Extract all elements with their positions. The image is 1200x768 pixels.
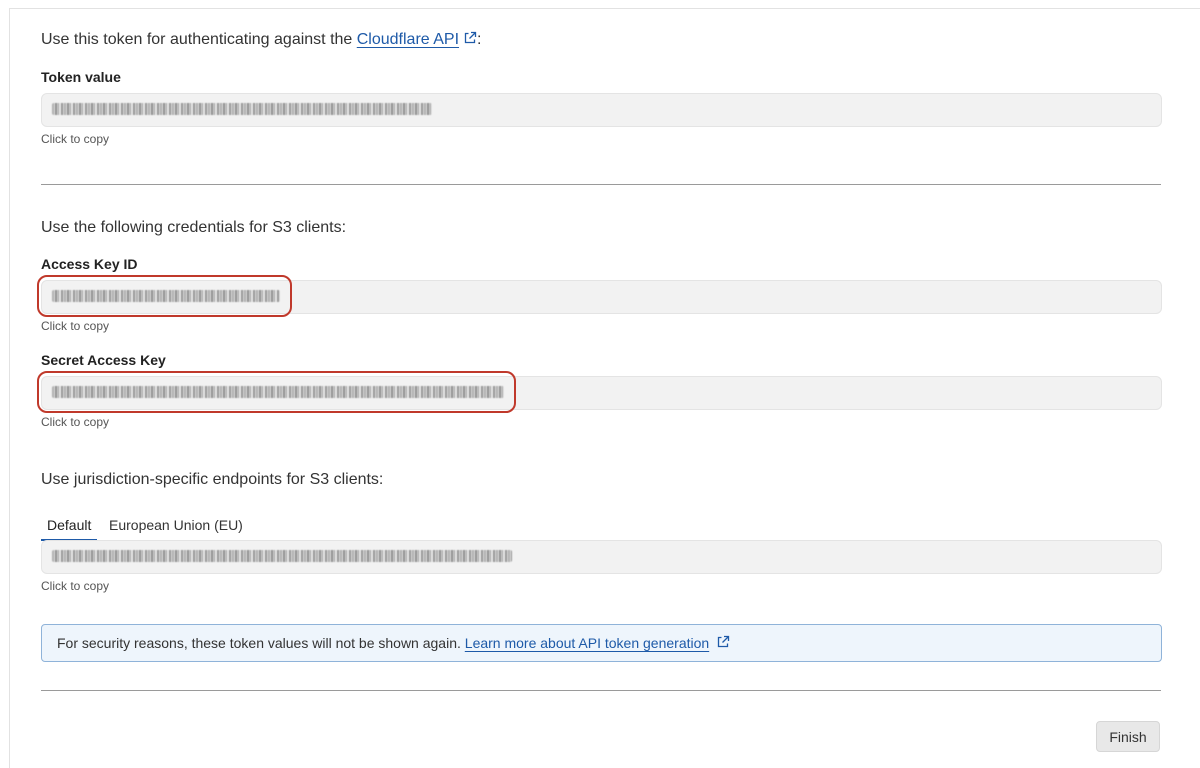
access-key-copy-hint: Click to copy [41,319,110,333]
access-key-id-field[interactable] [41,280,1162,314]
access-key-id-label: Access Key ID [41,256,138,272]
external-link-icon [716,635,730,649]
endpoint-url-field[interactable] [41,540,1162,574]
token-value-label: Token value [41,69,121,85]
divider [41,184,1161,185]
security-notice-text: For security reasons, these token values… [57,635,465,651]
token-intro-text: Use this token for authenticating agains… [41,31,357,48]
access-key-id-masked [52,290,280,302]
footer-divider [41,690,1161,691]
token-value-field[interactable] [41,93,1162,127]
endpoints-intro: Use jurisdiction-specific endpoints for … [41,471,384,488]
secret-access-key-field[interactable] [41,376,1162,410]
s3-credentials-intro: Use the following credentials for S3 cli… [41,219,347,236]
secret-access-key-label: Secret Access Key [41,352,166,368]
endpoint-url-masked [52,550,512,562]
cloudflare-api-link[interactable]: Cloudflare API [357,31,459,48]
token-intro: Use this token for authenticating agains… [41,31,481,49]
tab-default[interactable]: Default [41,509,98,541]
security-notice-content: For security reasons, these token values… [57,635,730,651]
tab-european-union[interactable]: European Union (EU) [103,509,249,539]
token-copy-hint: Click to copy [41,132,110,146]
secret-access-key-masked [52,386,504,398]
secret-key-copy-hint: Click to copy [41,415,110,429]
finish-button[interactable]: Finish [1096,721,1160,752]
learn-more-link[interactable]: Learn more about API token generation [465,635,709,651]
token-value-masked [52,103,432,115]
token-intro-suffix: : [477,31,482,48]
token-created-panel: Use this token for authenticating agains… [9,8,1200,768]
external-link-icon [463,31,477,45]
endpoint-copy-hint: Click to copy [41,579,110,593]
security-notice: For security reasons, these token values… [41,624,1162,662]
